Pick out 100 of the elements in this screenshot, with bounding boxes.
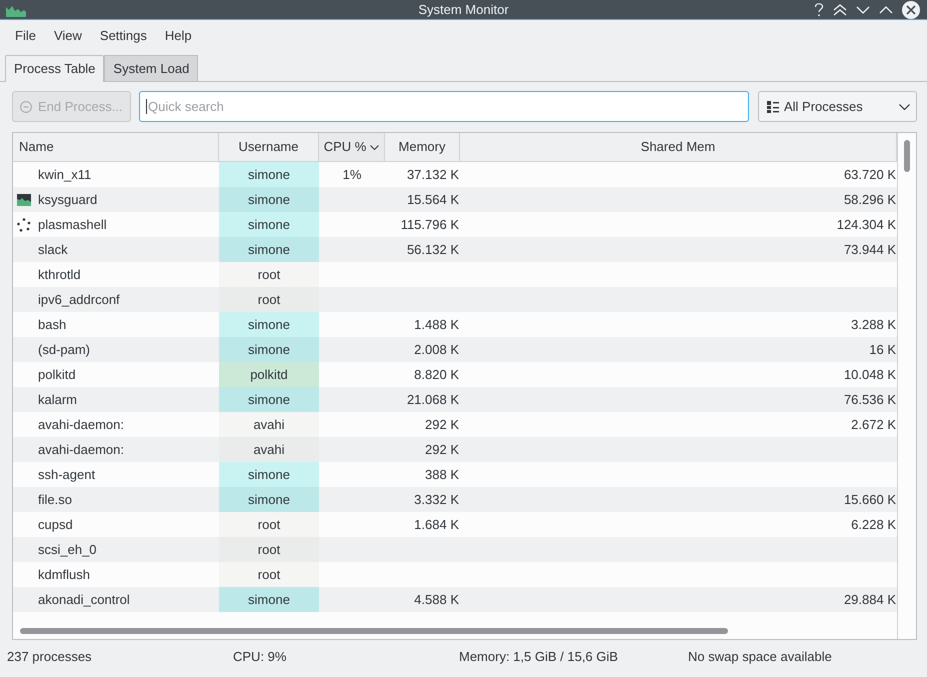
process-name: plasmashell <box>38 216 107 234</box>
username-cell: simone <box>219 312 319 337</box>
process-name: avahi-daemon: <box>38 440 124 459</box>
process-name: ssh-agent <box>38 466 96 484</box>
memory-value: 115.796 K <box>400 216 459 234</box>
memory-value: 3.332 K <box>414 490 459 509</box>
memory-value: 1.488 K <box>414 316 459 334</box>
shared-mem-value: 10.048 K <box>844 366 896 384</box>
dots-ring-icon <box>17 218 31 232</box>
username-cell: root <box>219 287 319 312</box>
chevron-down-icon <box>899 104 910 110</box>
menu-item[interactable]: Settings <box>90 26 156 46</box>
process-name: slack <box>38 240 68 259</box>
username-cell: avahi <box>219 412 319 437</box>
memory-value: 37.132 K <box>406 166 459 184</box>
memory-value: 2.008 K <box>414 340 459 359</box>
table-row[interactable]: file.so simone 3.332 K 15.660 K <box>13 487 897 512</box>
menu-item[interactable]: Help <box>156 26 201 46</box>
process-name: bash <box>38 316 66 334</box>
process-name: kwin_x11 <box>38 166 92 184</box>
table-row[interactable]: ksysguard simone 15.564 K 58.296 K <box>13 187 897 212</box>
shared-mem-value: 29.884 K <box>844 590 896 609</box>
table-row[interactable]: slack simone 56.132 K 73.944 K <box>13 237 897 262</box>
memory-value: 56.132 K <box>406 240 459 259</box>
shared-mem-value: 2.672 K <box>851 416 896 434</box>
username-cell: simone <box>219 337 319 362</box>
username-cell: root <box>219 512 319 537</box>
process-name: (sd-pam) <box>38 340 90 359</box>
memory-value: 388 K <box>425 466 459 484</box>
scrollbar-thumb[interactable] <box>20 628 728 634</box>
username-cell: avahi <box>219 437 319 462</box>
shared-mem-value: 6.228 K <box>851 516 896 534</box>
scrollbar-thumb[interactable] <box>904 140 910 172</box>
username-cell: simone <box>219 237 319 262</box>
filter-dropdown[interactable]: All Processes <box>758 91 917 122</box>
help-icon[interactable] <box>814 2 824 16</box>
minus-circle-icon <box>20 100 32 112</box>
process-name: file.so <box>38 490 72 509</box>
table-row[interactable]: (sd-pam) simone 2.008 K 16 K <box>13 337 897 362</box>
tab[interactable]: System Load <box>104 55 198 81</box>
close-icon[interactable] <box>902 0 920 18</box>
menu-item[interactable]: File <box>6 26 45 46</box>
memory-value: 15.564 K <box>406 190 459 209</box>
menu-item[interactable]: View <box>44 26 91 46</box>
keep-above-icon[interactable] <box>833 4 847 16</box>
table-row[interactable]: akonadi_control simone 4.588 K 29.884 K <box>13 587 897 612</box>
username-cell: root <box>219 562 319 587</box>
maximize-icon[interactable] <box>879 6 893 14</box>
memory-value: 292 K <box>425 440 459 459</box>
column-header[interactable]: Name <box>13 133 219 161</box>
shared-mem-value: 15.660 K <box>844 490 896 509</box>
status-text: 237 processes <box>7 648 93 666</box>
memory-value: 4.588 K <box>414 590 459 609</box>
process-name: cupsd <box>38 516 73 534</box>
process-name: kdmflush <box>38 566 90 584</box>
shared-mem-value: 73.944 K <box>844 240 896 259</box>
shared-mem-value: 124.304 K <box>836 216 896 234</box>
chart-icon <box>17 194 31 206</box>
column-header[interactable]: Shared Mem <box>460 133 897 161</box>
list-icon <box>767 100 779 112</box>
process-name: scsi_eh_0 <box>38 540 97 559</box>
sort-chevron-icon <box>370 144 380 150</box>
process-name: kalarm <box>38 390 78 409</box>
process-name: ipv6_addrconf <box>38 290 120 309</box>
column-header[interactable]: Memory <box>385 133 460 161</box>
username-cell: simone <box>219 487 319 512</box>
process-name: avahi-daemon: <box>38 416 124 434</box>
table-row[interactable]: kalarm simone 21.068 K 76.536 K <box>13 387 897 412</box>
username-cell: simone <box>219 212 319 237</box>
table-row[interactable]: ipv6_addrconf root <box>13 287 897 312</box>
shared-mem-value: 63.720 K <box>844 166 896 184</box>
minimize-icon[interactable] <box>856 6 870 14</box>
username-cell: root <box>219 262 319 287</box>
memory-value: 1.684 K <box>414 516 459 534</box>
status-text: CPU: 9% <box>233 648 288 666</box>
table-row[interactable]: avahi-daemon: avahi 292 K <box>13 437 897 462</box>
username-cell: simone <box>219 162 319 187</box>
status-text: No swap space available <box>688 648 833 666</box>
tab[interactable]: Process Table <box>5 55 104 82</box>
username-cell: simone <box>219 187 319 212</box>
memory-value: 292 K <box>425 416 459 434</box>
username-cell: simone <box>219 587 319 612</box>
shared-mem-value: 3.288 K <box>851 316 896 334</box>
memory-value: 21.068 K <box>406 390 459 409</box>
shared-mem-value: 76.536 K <box>844 390 896 409</box>
status-text: Memory: 1,5 GiB / 15,6 GiB <box>459 648 619 666</box>
username-cell: root <box>219 537 319 562</box>
username-cell: simone <box>219 462 319 487</box>
username-cell: simone <box>219 387 319 412</box>
process-name: polkitd <box>38 366 76 384</box>
table-row[interactable]: scsi_eh_0 root <box>13 537 897 562</box>
search-field[interactable]: Quick search <box>139 91 749 122</box>
memory-value: 8.820 K <box>414 366 459 384</box>
column-header[interactable]: CPU % <box>319 133 385 161</box>
process-name: ksysguard <box>38 190 98 209</box>
cpu-value: 1% <box>342 166 362 184</box>
username-cell: polkitd <box>219 362 319 387</box>
text-cursor-icon <box>146 99 147 114</box>
process-name: kthrotld <box>38 266 81 284</box>
shared-mem-value: 58.296 K <box>844 190 896 209</box>
